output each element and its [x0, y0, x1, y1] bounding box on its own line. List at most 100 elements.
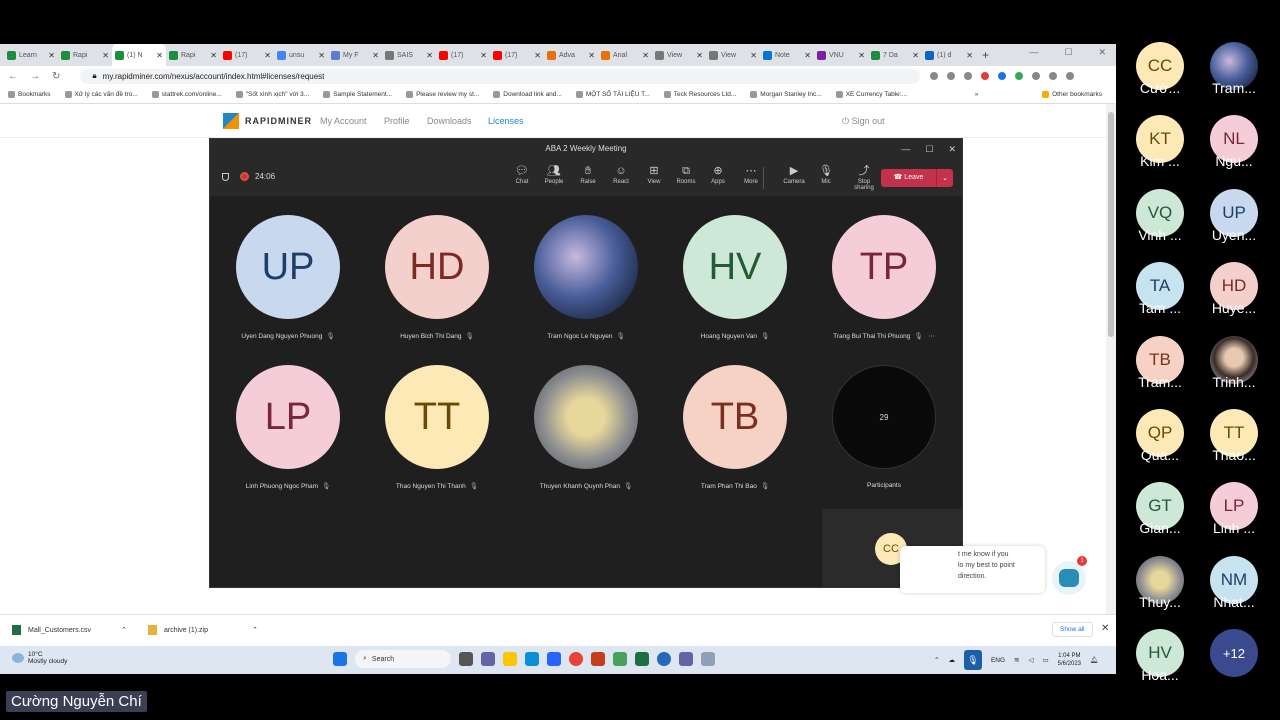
tab-close-icon[interactable]: ✕ [964, 51, 973, 60]
reload-icon[interactable]: ↻ [52, 71, 60, 82]
edge-icon[interactable] [525, 652, 539, 666]
gallery-tile[interactable]: LP Linh ... [1197, 482, 1271, 536]
browser-tab[interactable]: Learn ✕ [4, 44, 58, 66]
tab-close-icon[interactable]: ✕ [262, 51, 271, 60]
tab-close-icon[interactable]: ✕ [586, 51, 595, 60]
gallery-tile[interactable]: TT Thao... [1197, 409, 1271, 463]
new-tab-button[interactable]: + [982, 48, 989, 62]
rapidminer-logo[interactable]: RAPIDMINER [223, 113, 312, 129]
gallery-tile[interactable]: NL Ngu... [1197, 115, 1271, 169]
minimize-icon[interactable]: — [901, 139, 910, 159]
battery-icon[interactable]: ▭ [1043, 656, 1049, 664]
task-view-icon[interactable] [459, 652, 473, 666]
bookmark-item[interactable]: Morgan Stanley Inc... [750, 91, 822, 98]
weather-widget[interactable]: 10°C Mostly cloudy [12, 651, 67, 665]
gallery-tile[interactable]: Thuy... [1123, 555, 1197, 610]
browser-tab[interactable]: Rapi ✕ [58, 44, 112, 66]
chatbot-button[interactable] [1052, 561, 1086, 595]
gallery-tile[interactable]: QP Qua... [1123, 409, 1197, 463]
gallery-tile[interactable]: NM Nhat... [1197, 555, 1271, 610]
bookmark-item[interactable]: Sample Statement... [323, 91, 392, 98]
chat-icon[interactable] [481, 652, 495, 666]
key-icon[interactable] [930, 72, 939, 80]
browser-tab[interactable]: (17) ✕ [490, 44, 544, 66]
more-options-icon[interactable]: ⋯ [927, 333, 935, 340]
toolbar-people-button[interactable]: 👥︎ People [538, 164, 570, 185]
tab-close-icon[interactable]: ✕ [316, 51, 325, 60]
browser-tab[interactable]: (17) ✕ [436, 44, 490, 66]
browser-tab[interactable]: (17) ✕ [220, 44, 274, 66]
leave-button[interactable]: ☎ Leave ⌄ [881, 169, 953, 187]
store-icon[interactable] [547, 652, 561, 666]
powerpoint-icon[interactable] [591, 652, 605, 666]
cloud-icon[interactable]: ☁ [948, 656, 955, 664]
tab-close-icon[interactable]: ✕ [802, 51, 811, 60]
profile-icon[interactable] [1049, 72, 1058, 80]
tab-close-icon[interactable]: ✕ [748, 51, 757, 60]
app-icon[interactable] [613, 652, 627, 666]
tab-close-icon[interactable]: ✕ [46, 51, 55, 60]
browser-tab[interactable]: (1) d ✕ [922, 44, 976, 66]
other-bookmarks[interactable]: Other bookmarks [1042, 91, 1102, 98]
extension-icon[interactable] [998, 72, 1007, 80]
bookmark-item[interactable]: Bookmarks [8, 91, 51, 98]
volume-icon[interactable]: ◁ [1029, 656, 1034, 664]
excel-icon[interactable] [635, 652, 649, 666]
tab-close-icon[interactable]: ✕ [910, 51, 919, 60]
sign-out-link[interactable]: ⏻ Sign out [842, 116, 885, 127]
toolbar-chat-button[interactable]: 💬︎ Chat [506, 164, 538, 185]
tab-close-icon[interactable]: ✕ [154, 51, 163, 60]
puzzle-icon[interactable] [1032, 72, 1041, 80]
gallery-tile[interactable]: +12 [1197, 629, 1271, 678]
microphone-icon[interactable]: 🎙︎ [963, 650, 982, 670]
toolbar-stop-sharing-button[interactable]: ⤴ Stop sharing [848, 164, 880, 191]
gallery-tile[interactable]: UP Uyen... [1197, 188, 1271, 243]
gallery-tile[interactable]: KT Kim ... [1123, 115, 1197, 169]
r-icon[interactable] [657, 652, 671, 666]
clock[interactable]: 1:04 PM 5/6/2023 [1058, 652, 1081, 668]
gallery-tile[interactable]: TA Tam ... [1123, 262, 1197, 316]
gallery-tile[interactable]: Trinh... [1197, 335, 1271, 390]
minimize-icon[interactable]: — [1029, 47, 1038, 58]
star-icon[interactable] [964, 72, 973, 80]
gallery-tile[interactable]: VQ Vinh ... [1123, 188, 1197, 243]
close-icon[interactable]: ✕ [948, 139, 956, 159]
tab-close-icon[interactable]: ✕ [100, 51, 109, 60]
close-icon[interactable]: ✕ [1098, 47, 1106, 58]
forward-icon[interactable]: → [30, 71, 40, 82]
app-icon[interactable] [701, 652, 715, 666]
chevron-up-icon[interactable]: ⌃ [121, 626, 127, 634]
toolbar-react-button[interactable]: ☺ React [605, 164, 637, 185]
taskbar-search[interactable]: ⌕ Search [355, 650, 451, 668]
nav-downloads[interactable]: Downloads [427, 116, 472, 126]
gallery-tile[interactable]: TB Tram... [1123, 335, 1197, 390]
browser-tab[interactable]: (1) N ✕ [112, 44, 166, 66]
windows-start-icon[interactable] [333, 652, 347, 666]
browser-tab[interactable]: View ✕ [706, 44, 760, 66]
bookmark-item[interactable]: stattrek.com/online... [151, 91, 222, 98]
wifi-icon[interactable]: ≋ [1014, 656, 1019, 664]
bookmark-item[interactable]: Please review my st... [406, 91, 479, 98]
extension-icon[interactable] [1015, 72, 1024, 80]
bookmark-item[interactable]: XE Currency Table:... [835, 91, 907, 98]
browser-tab[interactable]: Rapi ✕ [166, 44, 220, 66]
browser-tab[interactable]: SAIS ✕ [382, 44, 436, 66]
tab-close-icon[interactable]: ✕ [370, 51, 379, 60]
bookmark-item[interactable]: MỘT SỐ TÀI LIỆU T... [575, 91, 650, 98]
show-all-button[interactable]: Show all [1052, 622, 1093, 637]
tab-close-icon[interactable]: ✕ [694, 51, 703, 60]
language-indicator[interactable]: ENG [991, 657, 1005, 664]
toolbar-rooms-button[interactable]: ⧉ Rooms [670, 164, 702, 185]
bookmark-item[interactable]: Download link and... [493, 91, 562, 98]
file-explorer-icon[interactable] [503, 652, 517, 666]
leave-main[interactable]: ☎ Leave [881, 169, 937, 187]
toolbar-mic-button[interactable]: 🎙︎ Mic [810, 164, 842, 185]
more-bookmarks[interactable]: » [975, 91, 979, 98]
tab-close-icon[interactable]: ✕ [532, 51, 541, 60]
chevron-down-icon[interactable]: ⌄ [937, 174, 953, 182]
teams-icon[interactable] [679, 652, 693, 666]
back-icon[interactable]: ← [8, 71, 18, 82]
close-downloads-icon[interactable]: ✕ [1101, 623, 1109, 634]
scroll-thumb[interactable] [1108, 112, 1114, 337]
nav-my-account[interactable]: My Account [320, 116, 367, 126]
